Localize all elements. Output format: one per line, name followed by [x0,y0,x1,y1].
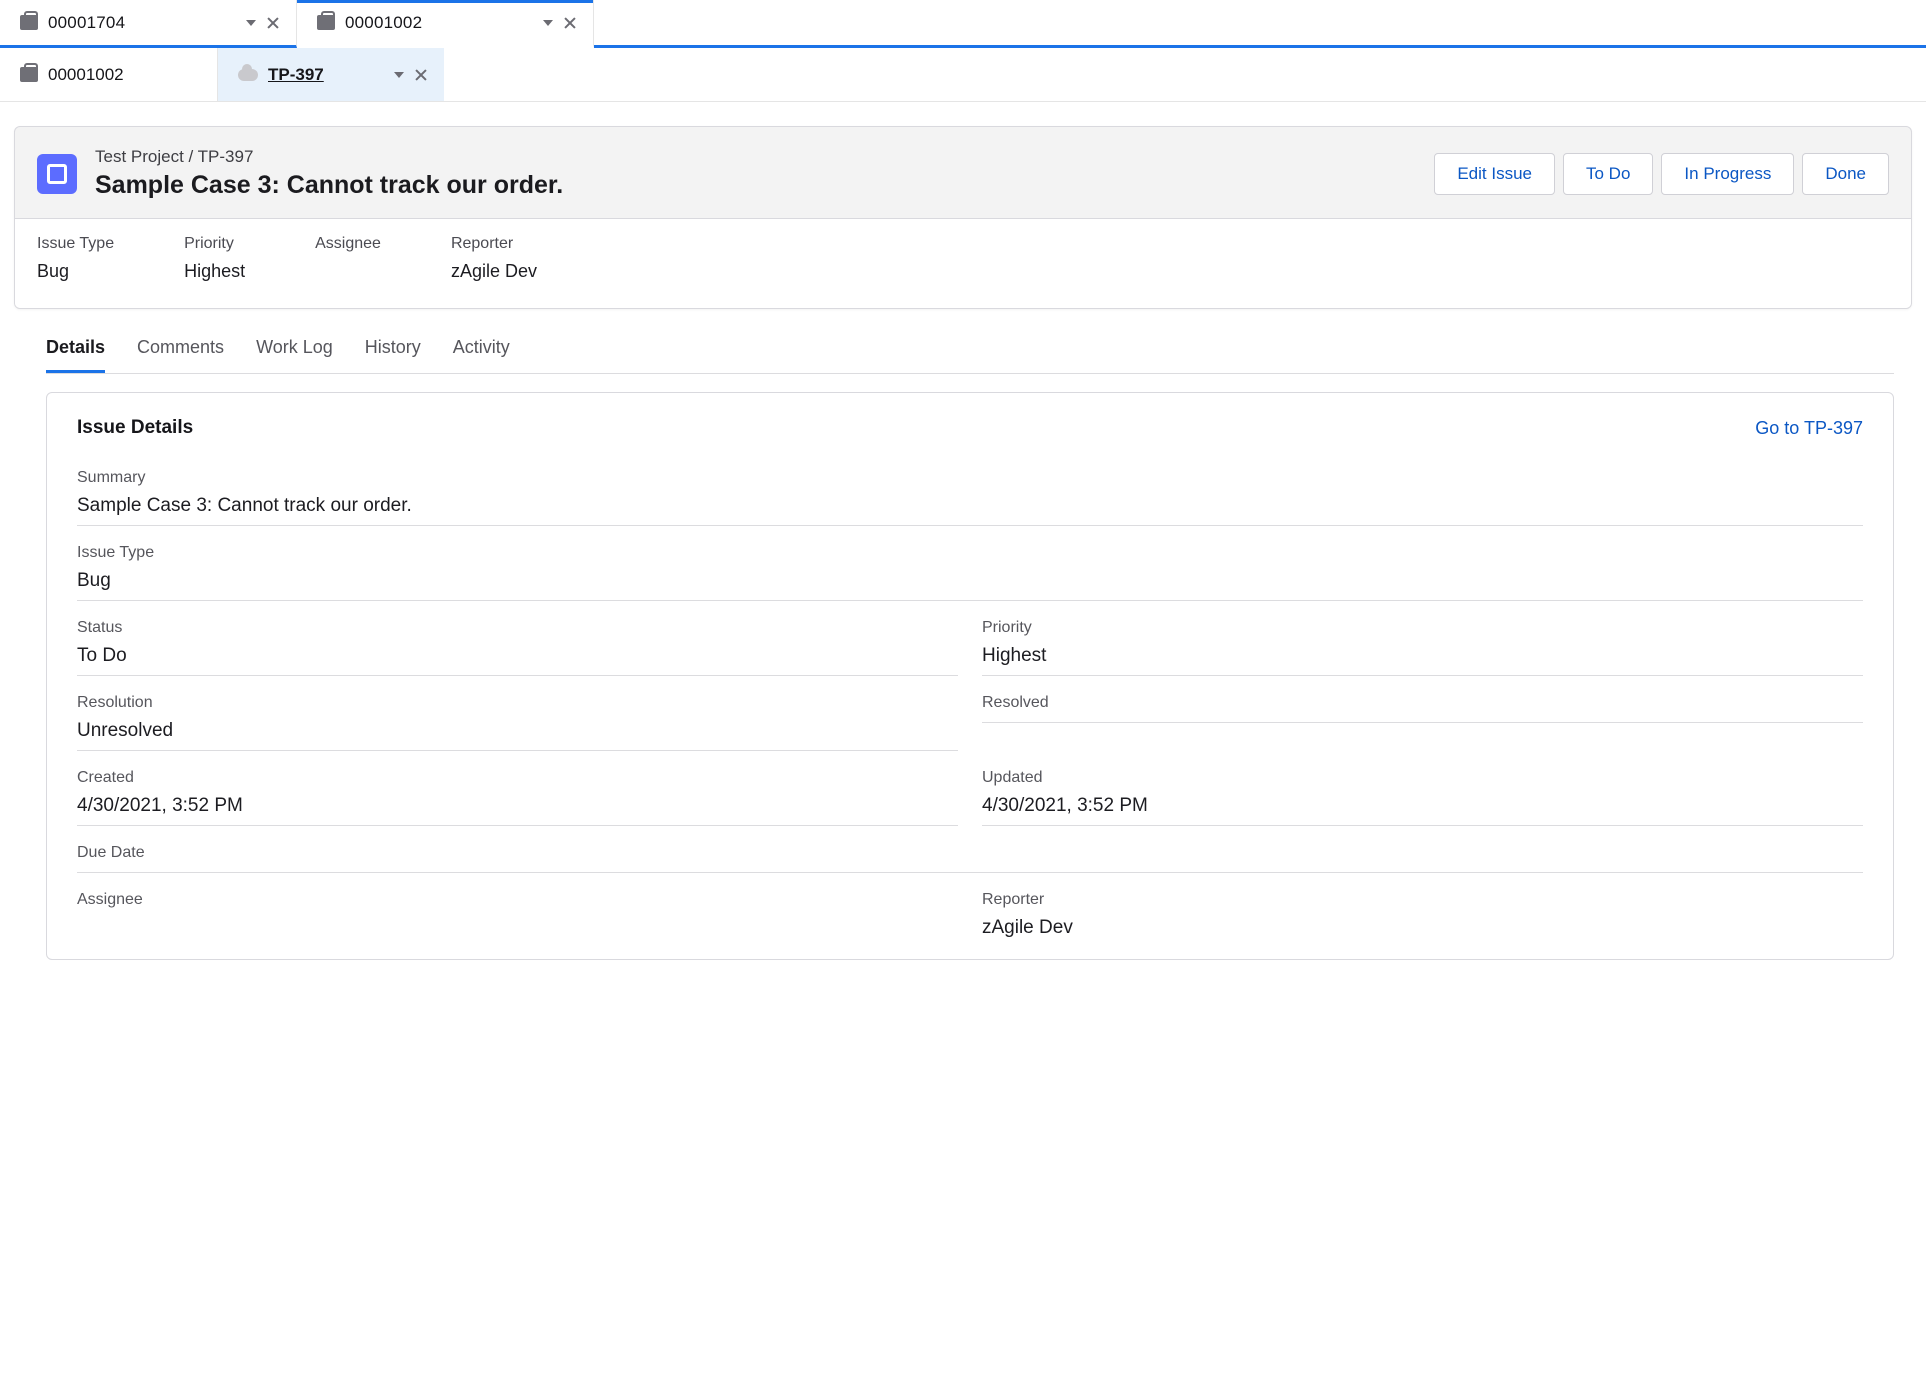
tab-bar-spacer [594,0,1926,48]
field-value: Bug [77,566,1863,601]
field-label: Status [77,613,958,641]
field-label: Resolved [982,688,1863,723]
case-icon [317,15,335,30]
field-due-date: Due Date [77,832,1863,879]
field-value: To Do [77,641,958,676]
field-value: zAgile Dev [982,913,1863,947]
field-value: Highest [184,261,245,282]
issue-header-card: Test Project / TP-397 Sample Case 3: Can… [14,126,1912,309]
sub-tab-bar: 00001002 TP-397 [0,48,1926,102]
field-created: Created 4/30/2021, 3:52 PM [77,757,958,832]
edit-issue-button[interactable]: Edit Issue [1434,153,1555,195]
case-icon [20,15,38,30]
tab-activity[interactable]: Activity [453,327,510,373]
workspace-tab-00001002[interactable]: 00001002 [297,0,594,48]
field-label: Issue Type [37,235,114,253]
field-value: Highest [982,641,1863,676]
strip-field-priority: Priority Highest [184,235,245,282]
details-card-title: Issue Details [77,417,193,439]
field-status: Status To Do [77,607,958,682]
field-label: Reporter [982,885,1863,913]
chevron-down-icon[interactable] [246,20,256,26]
field-resolution: Resolution Unresolved [77,682,958,757]
field-label: Updated [982,763,1863,791]
summary-strip: Issue Type Bug Priority Highest Assignee… [15,218,1911,308]
field-value [77,913,958,925]
header-actions: Edit Issue To Do In Progress Done [1434,153,1889,195]
goto-issue-link[interactable]: Go to TP-397 [1755,418,1863,439]
field-updated: Updated 4/30/2021, 3:52 PM [982,757,1863,832]
issue-type-icon [37,154,77,194]
sub-tab-label: TP-397 [268,65,384,85]
status-done-button[interactable]: Done [1802,153,1889,195]
field-issue-type: Issue Type Bug [77,532,1863,607]
field-assignee: Assignee [77,879,958,953]
tab-worklog[interactable]: Work Log [256,327,333,373]
field-label: Issue Type [77,538,1863,566]
field-value: Unresolved [77,716,958,751]
detail-tabs: Details Comments Work Log History Activi… [46,327,1894,374]
field-value: Bug [37,261,114,282]
field-label: Assignee [77,885,958,913]
strip-field-assignee: Assignee [315,235,381,282]
close-icon[interactable] [563,16,577,30]
chevron-down-icon[interactable] [394,72,404,78]
field-value: Sample Case 3: Cannot track our order. [77,491,1863,526]
field-value: 4/30/2021, 3:52 PM [982,791,1863,826]
chevron-down-icon[interactable] [543,20,553,26]
close-icon[interactable] [266,16,280,30]
tab-details[interactable]: Details [46,327,105,373]
details-grid: Summary Sample Case 3: Cannot track our … [67,457,1873,953]
field-label: Reporter [451,235,537,253]
field-value: zAgile Dev [451,261,537,282]
workspace-tab-00001704[interactable]: 00001704 [0,0,297,48]
field-label: Priority [184,235,245,253]
tab-comments[interactable]: Comments [137,327,224,373]
primary-tab-bar: 00001704 00001002 [0,0,1926,48]
breadcrumb: Test Project / TP-397 [95,147,563,167]
field-summary: Summary Sample Case 3: Cannot track our … [77,457,1863,532]
field-priority: Priority Highest [982,607,1863,682]
field-value: 4/30/2021, 3:52 PM [77,791,958,826]
field-reporter: Reporter zAgile Dev [982,879,1863,953]
field-label: Priority [982,613,1863,641]
strip-field-reporter: Reporter zAgile Dev [451,235,537,282]
tab-label: 00001704 [48,13,236,33]
field-label: Due Date [77,838,1863,873]
field-label: Assignee [315,235,381,253]
field-label: Resolution [77,688,958,716]
sub-tab-label: 00001002 [48,65,124,85]
tab-label: 00001002 [345,13,533,33]
field-label: Summary [77,463,1863,491]
field-resolved: Resolved [982,682,1863,757]
status-todo-button[interactable]: To Do [1563,153,1653,195]
status-in-progress-button[interactable]: In Progress [1661,153,1794,195]
tab-history[interactable]: History [365,327,421,373]
cloud-icon [238,69,258,81]
close-icon[interactable] [414,68,428,82]
sub-tab-issue[interactable]: TP-397 [218,48,444,101]
case-icon [20,67,38,82]
strip-field-issue-type: Issue Type Bug [37,235,114,282]
sub-tab-case[interactable]: 00001002 [0,48,218,101]
issue-details-card: Issue Details Go to TP-397 Summary Sampl… [46,392,1894,960]
field-label: Created [77,763,958,791]
active-tab-indicator [297,0,593,3]
issue-title: Sample Case 3: Cannot track our order. [95,171,563,200]
